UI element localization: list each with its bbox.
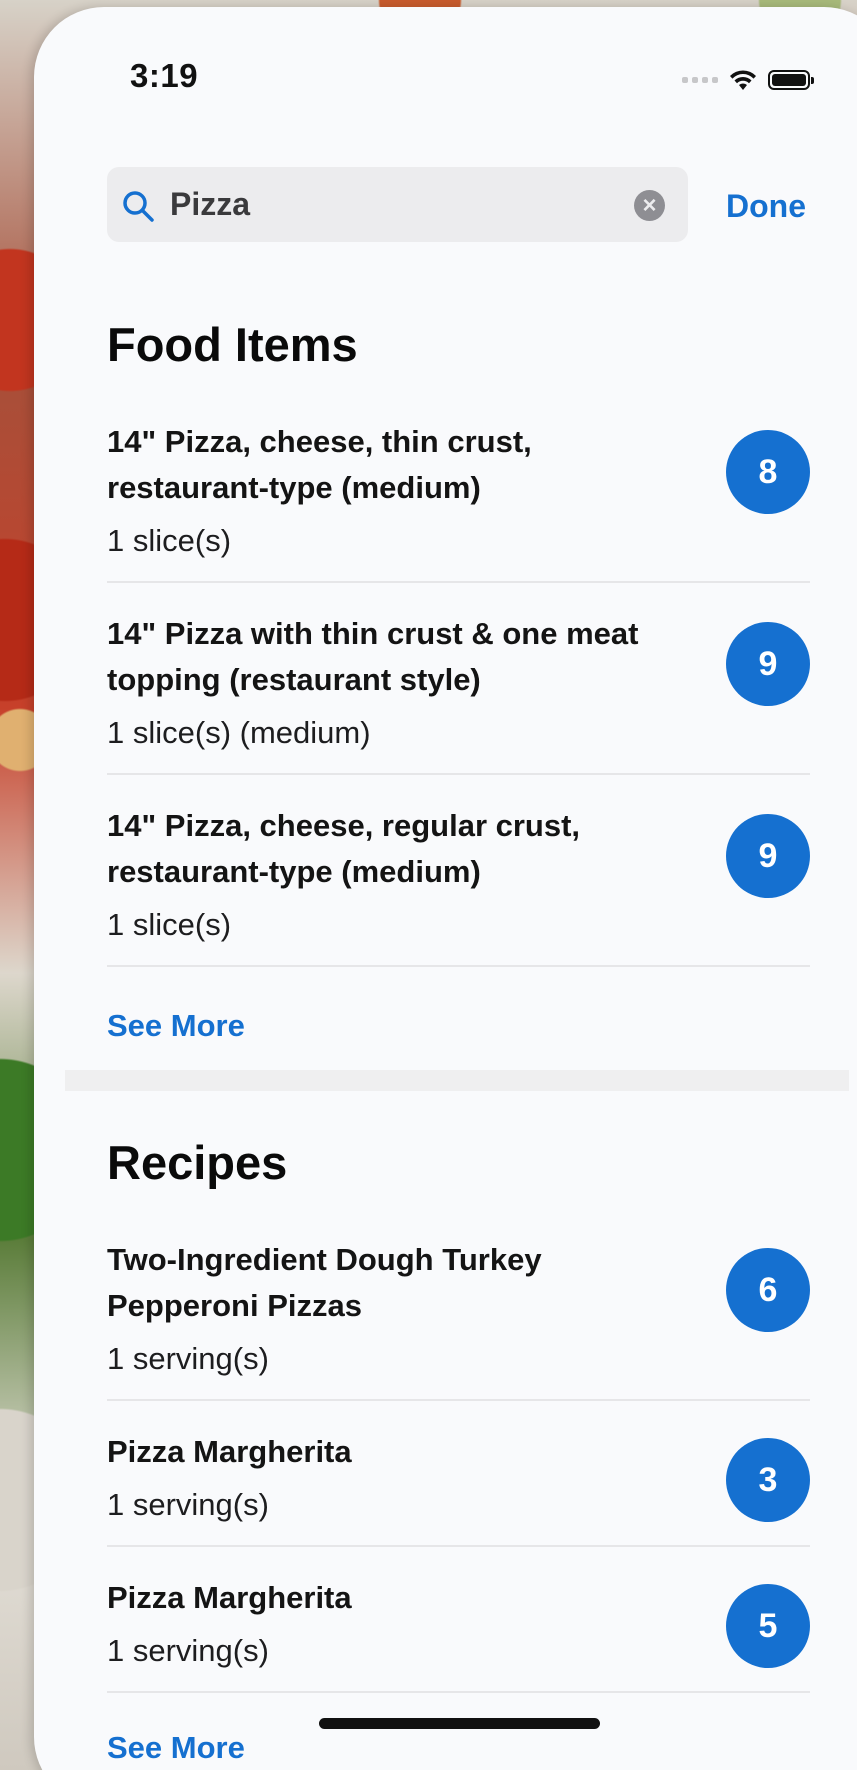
recipe-serving: 1 serving(s) <box>107 1633 269 1668</box>
recipe-name: Pizza Margherita <box>107 1434 352 1469</box>
points-badge: 8 <box>726 430 810 514</box>
recipe-row[interactable]: Pizza Margherita 1 serving(s) 5 <box>107 1561 810 1693</box>
recipe-serving: 1 serving(s) <box>107 1341 269 1376</box>
recipe-serving: 1 serving(s) <box>107 1487 269 1522</box>
points-badge: 6 <box>726 1248 810 1332</box>
food-item-row[interactable]: 14" Pizza, cheese, regular crust, restau… <box>107 789 810 967</box>
status-indicators <box>682 65 814 95</box>
food-item-row[interactable]: 14" Pizza with thin crust & one meat top… <box>107 597 810 775</box>
search-icon <box>123 191 154 222</box>
recipe-name: Two-Ingredient Dough Turkey Pepperoni Pi… <box>107 1242 542 1323</box>
done-button[interactable]: Done <box>726 188 806 225</box>
battery-icon <box>768 70 814 90</box>
food-item-serving: 1 slice(s) <box>107 907 232 942</box>
food-item-serving: 1 slice(s) (medium) <box>107 715 371 750</box>
section-divider <box>65 1070 849 1091</box>
points-badge: 9 <box>726 622 810 706</box>
points-badge: 3 <box>726 1438 810 1522</box>
food-item-serving: 1 slice(s) <box>107 523 232 558</box>
food-items-see-more-link[interactable]: See More <box>107 1008 245 1044</box>
clear-search-icon[interactable]: × <box>634 190 665 221</box>
points-badge: 5 <box>726 1584 810 1668</box>
search-input[interactable]: Pizza <box>170 186 250 223</box>
food-item-name: 14" Pizza, cheese, regular crust, restau… <box>107 808 581 889</box>
search-bar[interactable]: Pizza × <box>107 167 688 242</box>
recipe-name: Pizza Margherita <box>107 1580 352 1615</box>
recipes-heading: Recipes <box>107 1136 288 1189</box>
wifi-icon <box>730 70 756 90</box>
recipes-see-more-link[interactable]: See More <box>107 1730 245 1766</box>
food-item-row[interactable]: 14" Pizza, cheese, thin crust, restauran… <box>107 405 810 583</box>
recipe-row[interactable]: Two-Ingredient Dough Turkey Pepperoni Pi… <box>107 1223 810 1401</box>
recipe-row[interactable]: Pizza Margherita 1 serving(s) 3 <box>107 1415 810 1547</box>
home-indicator[interactable] <box>319 1718 600 1729</box>
food-item-name: 14" Pizza, cheese, thin crust, restauran… <box>107 424 532 505</box>
points-badge: 9 <box>726 814 810 898</box>
search-sheet: 3:19 Pizza × Done Food Items 14" Pizza, … <box>34 7 857 1770</box>
cellular-signal-icon <box>682 77 718 83</box>
food-item-name: 14" Pizza with thin crust & one meat top… <box>107 616 639 697</box>
status-time: 3:19 <box>130 57 199 94</box>
food-items-heading: Food Items <box>107 318 358 371</box>
